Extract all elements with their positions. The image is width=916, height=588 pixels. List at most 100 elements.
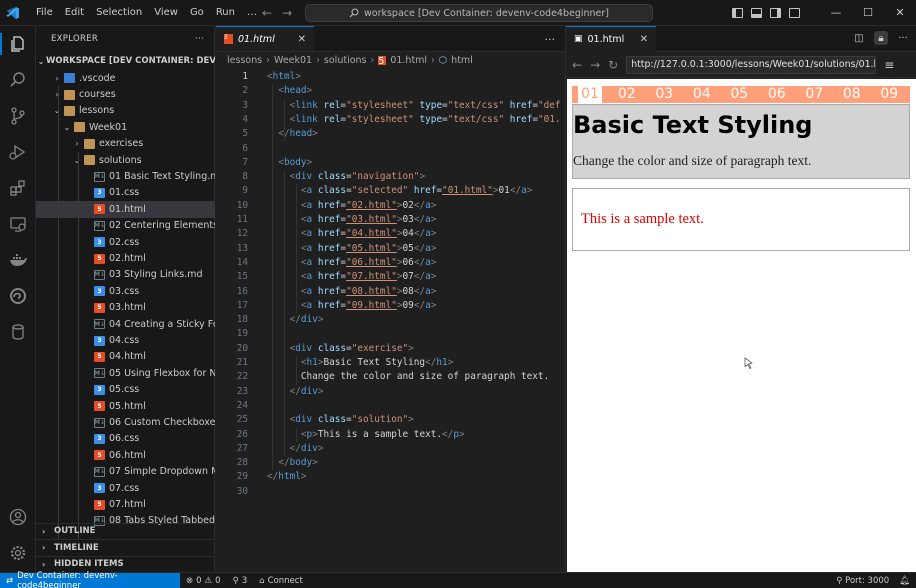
menu-item[interactable]: Edit [59, 0, 90, 26]
code-line[interactable]: <div class="exercise"> [267, 342, 414, 356]
file-item[interactable]: 5 05.html [36, 398, 215, 414]
docker-icon[interactable] [0, 245, 36, 275]
connect-indicator[interactable]: ⌂ Connect [253, 576, 309, 586]
code-line[interactable]: <head> [267, 84, 312, 98]
browser-back-icon[interactable]: ← [572, 58, 582, 72]
page-nav-link[interactable]: 08 [833, 86, 871, 103]
folder-item[interactable]: › courses [36, 86, 215, 102]
edge-devtools-icon[interactable] [0, 281, 36, 311]
maximize-button[interactable]: ☐ [852, 0, 884, 26]
code-line[interactable]: <h1>Basic Text Styling</h1> [267, 356, 453, 370]
code-line[interactable]: <a href="07.html">07</a> [267, 270, 437, 284]
extensions-icon[interactable] [0, 173, 36, 203]
browser-forward-icon[interactable]: → [590, 58, 600, 72]
code-line[interactable]: </div> [267, 385, 324, 399]
code-line[interactable]: </html> [267, 470, 307, 484]
command-center-search[interactable]: workspace [Dev Container: devenv-code4be… [305, 4, 653, 22]
reload-icon[interactable]: ↻ [608, 58, 618, 72]
code-line[interactable]: <a href="05.html">05</a> [267, 242, 437, 256]
file-item[interactable]: 5 02.html [36, 250, 215, 266]
split-editor-icon[interactable]: ◫ [852, 31, 866, 45]
ports-indicator[interactable]: ⚲ 3 [227, 576, 254, 586]
section-timeline[interactable]: › TIMELINE [36, 539, 215, 556]
code-line[interactable]: <a href="08.html">08</a> [267, 285, 437, 299]
more-actions-icon[interactable]: ··· [896, 31, 910, 45]
page-nav-link[interactable]: 01 [578, 86, 602, 103]
code-line[interactable]: <html> [267, 70, 301, 84]
file-item[interactable]: M↓ 05 Using Flexbox for Navi... [36, 365, 215, 381]
code-line[interactable]: <a href="04.html">04</a> [267, 227, 437, 241]
folder-item[interactable]: ⌄ lessons [36, 103, 215, 119]
explorer-icon[interactable] [0, 29, 36, 59]
breadcrumb-item[interactable]: html [451, 55, 473, 66]
toggle-secondary-sidebar-icon[interactable] [770, 8, 781, 18]
editor-tab[interactable]: 5 01.html ✕ [216, 26, 314, 51]
back-arrow-icon[interactable]: ← [262, 6, 272, 20]
file-item[interactable]: 5 04.html [36, 349, 215, 365]
page-nav-link[interactable]: 05 [721, 86, 759, 103]
code-line[interactable]: <link rel="stylesheet" type="text/css" h… [267, 113, 561, 127]
breadcrumb-item[interactable]: Week01 [274, 55, 312, 66]
menu-item[interactable]: … [241, 0, 263, 26]
code-line[interactable]: <link rel="stylesheet" type="text/css" h… [267, 99, 561, 113]
menu-item[interactable]: View [148, 0, 184, 26]
code-line[interactable]: </body> [267, 456, 318, 470]
file-item[interactable]: 3 03.css [36, 283, 215, 299]
folder-item[interactable]: › .vscode [36, 70, 215, 86]
code-line[interactable]: <a href="03.html">03</a> [267, 213, 437, 227]
menu-item[interactable]: Selection [90, 0, 148, 26]
customize-layout-icon[interactable] [789, 8, 800, 18]
code-line[interactable]: <a class="selected" href="01.html">01</a… [267, 184, 533, 198]
close-tab-icon[interactable]: ✕ [640, 34, 648, 45]
page-nav-link[interactable]: 07 [796, 86, 834, 103]
file-item[interactable]: M↓ 03 Styling Links.md [36, 267, 215, 283]
browser-tab[interactable]: ▣ 01.html ✕ [566, 25, 656, 52]
page-nav-link[interactable]: 02 [608, 86, 646, 103]
file-item[interactable]: M↓ 01 Basic Text Styling.md [36, 168, 215, 184]
breadcrumb-item[interactable]: lessons [227, 55, 262, 66]
code-line[interactable]: </div> [267, 313, 324, 327]
code-line[interactable]: <body> [267, 156, 312, 170]
file-item[interactable]: 5 06.html [36, 447, 215, 463]
toggle-primary-sidebar-icon[interactable] [732, 8, 743, 18]
folder-item[interactable]: ⌄ solutions [36, 152, 215, 168]
url-field[interactable]: http://127.0.0.1:3000/lessons/Week01/sol… [626, 55, 877, 74]
breadcrumb-item[interactable]: 01.html [390, 55, 427, 66]
minimize-button[interactable]: — [820, 0, 852, 26]
page-nav-link[interactable]: 03 [646, 86, 684, 103]
close-tab-icon[interactable]: ✕ [298, 34, 306, 45]
page-nav-link[interactable]: 06 [758, 86, 796, 103]
port-indicator[interactable]: ⚲ Port: 3000 [836, 576, 889, 586]
file-item[interactable]: 3 01.css [36, 185, 215, 201]
code-line[interactable]: <div class="solution"> [267, 413, 414, 427]
code-line[interactable]: </head> [267, 127, 318, 141]
code-line[interactable]: <div class="navigation"> [267, 170, 426, 184]
file-item[interactable]: M↓ 07 Simple Dropdown Me... [36, 464, 215, 480]
more-actions-icon[interactable]: ··· [545, 33, 556, 46]
account-icon[interactable] [0, 502, 36, 532]
file-item[interactable]: 3 04.css [36, 332, 215, 348]
file-item[interactable]: 5 07.html [36, 496, 215, 512]
database-icon[interactable] [0, 317, 36, 347]
remote-explorer-icon[interactable] [0, 209, 36, 239]
file-item[interactable]: M↓ 04 Creating a Sticky Foot... [36, 316, 215, 332]
page-nav-link[interactable]: 04 [683, 86, 721, 103]
menu-item[interactable]: Go [184, 0, 210, 26]
file-item[interactable]: M↓ 06 Custom Checkboxes.md [36, 414, 215, 430]
close-window-button[interactable]: ✕ [884, 0, 916, 26]
search-activity-icon[interactable] [0, 65, 36, 95]
code-line[interactable]: <a href="02.html">02</a> [267, 199, 437, 213]
browser-menu-icon[interactable]: ≡ [884, 58, 894, 72]
breadcrumb-item[interactable]: solutions [324, 55, 367, 66]
file-item[interactable]: 3 06.css [36, 431, 215, 447]
folder-item[interactable]: › exercises [36, 136, 215, 152]
toggle-panel-icon[interactable] [751, 8, 762, 18]
file-item[interactable]: 5 03.html [36, 300, 215, 316]
code-line[interactable]: </div> [267, 442, 324, 456]
lock-icon[interactable]: 🔒︎ [874, 31, 888, 45]
code-line[interactable]: Change the color and size of paragraph t… [267, 370, 549, 384]
code-area[interactable]: 1 <html> 2 <head> 3 <link rel="stylesheet" … [216, 70, 565, 530]
file-item[interactable]: 3 02.css [36, 234, 215, 250]
file-item[interactable]: 3 05.css [36, 382, 215, 398]
code-line[interactable]: <a href="06.html">06</a> [267, 256, 437, 270]
